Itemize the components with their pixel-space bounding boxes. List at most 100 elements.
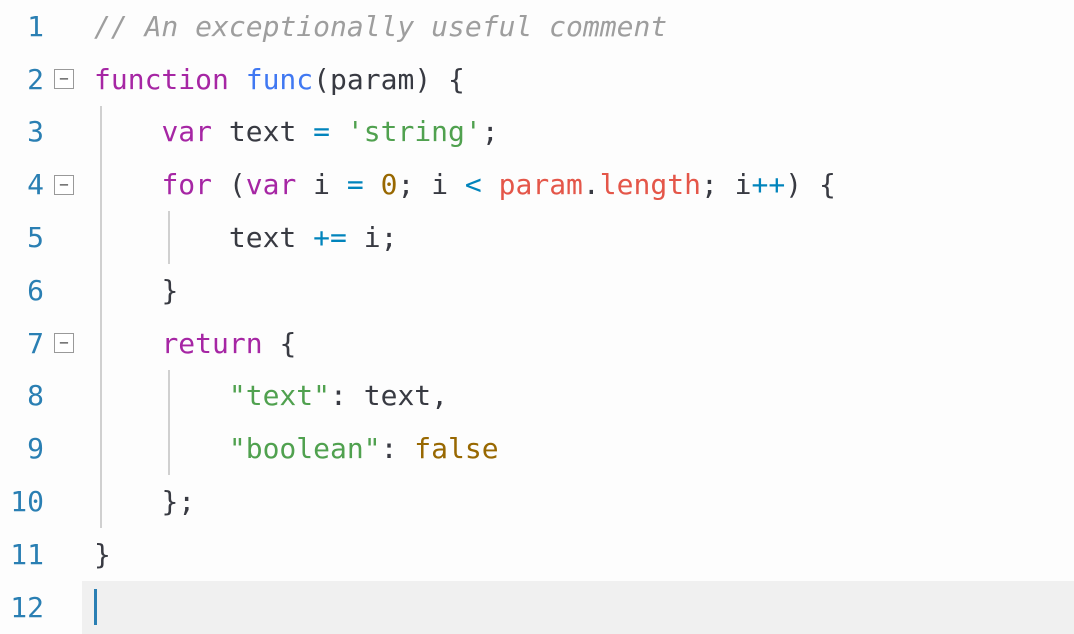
string-key-token: "text" <box>229 379 330 412</box>
operator-token: ++ <box>752 168 786 201</box>
code-line[interactable]: } <box>82 264 1074 317</box>
gutter-row: 1 <box>0 0 82 53</box>
indent <box>94 379 229 412</box>
code-line[interactable]: for (var i = 0; i < param.length; i++) { <box>82 158 1074 211</box>
space <box>718 168 735 201</box>
code-line[interactable]: "boolean": false <box>82 422 1074 475</box>
property-token: length <box>600 168 701 201</box>
code-editor[interactable]: 1 2 − 3 4 − 5 6 7 − 8 <box>0 0 1074 634</box>
space <box>431 63 448 96</box>
line-number: 12 <box>0 591 50 624</box>
gutter-row: 9 <box>0 422 82 475</box>
code-area[interactable]: // An exceptionally useful comment funct… <box>82 0 1074 634</box>
brace-token: } <box>94 538 111 571</box>
fold-toggle-icon[interactable]: − <box>54 333 74 353</box>
brace-token: { <box>819 168 836 201</box>
operator-token: = <box>347 168 364 201</box>
space <box>263 327 280 360</box>
code-line[interactable]: } <box>82 528 1074 581</box>
number-token: 0 <box>381 168 398 201</box>
code-line-active[interactable] <box>82 581 1074 634</box>
param-token: param <box>330 63 414 96</box>
comment-token: // An exceptionally useful comment <box>94 10 667 43</box>
punct-token: ( <box>313 63 330 96</box>
code-line[interactable]: return { <box>82 317 1074 370</box>
punct-token: ) <box>785 168 802 201</box>
indent-guide <box>100 106 102 159</box>
indent-guide <box>168 370 170 423</box>
line-number: 1 <box>0 10 50 43</box>
punct-token: ; <box>178 485 195 518</box>
space <box>296 115 313 148</box>
line-number: 4 <box>0 168 50 201</box>
code-line[interactable]: var text = 'string'; <box>82 106 1074 159</box>
boolean-token: false <box>414 432 498 465</box>
gutter-row: 7 − <box>0 317 82 370</box>
code-line[interactable]: "text": text, <box>82 370 1074 423</box>
indent <box>94 168 161 201</box>
space <box>296 168 313 201</box>
space <box>364 168 381 201</box>
string-key-token: "boolean" <box>229 432 381 465</box>
punct-token: ; <box>397 168 414 201</box>
indent-guide <box>168 422 170 475</box>
indent <box>94 274 161 307</box>
code-line[interactable]: text += i; <box>82 211 1074 264</box>
indent <box>94 432 229 465</box>
punct-token: ; <box>381 221 398 254</box>
gutter-row: 2 − <box>0 53 82 106</box>
gutter-row: 10 <box>0 475 82 528</box>
punct-token: , <box>431 379 448 412</box>
line-number: 8 <box>0 379 50 412</box>
fold-toggle-icon[interactable]: − <box>54 175 74 195</box>
punct-token: : <box>381 432 398 465</box>
indent-guide <box>100 211 102 264</box>
param-token: param <box>499 168 583 201</box>
indent-guide <box>100 422 102 475</box>
keyword-token: var <box>246 168 297 201</box>
gutter-row: 8 <box>0 370 82 423</box>
identifier-token: i <box>735 168 752 201</box>
gutter-row: 11 <box>0 528 82 581</box>
keyword-token: var <box>161 115 212 148</box>
space <box>212 115 229 148</box>
line-number: 10 <box>0 485 50 518</box>
identifier-token: text <box>229 221 296 254</box>
operator-token: < <box>465 168 482 201</box>
brace-token: { <box>448 63 465 96</box>
string-token: 'string' <box>347 115 482 148</box>
gutter-row: 3 <box>0 106 82 159</box>
punct-token: . <box>583 168 600 201</box>
code-line[interactable]: function func(param) { <box>82 53 1074 106</box>
keyword-token: function <box>94 63 229 96</box>
gutter-row: 4 − <box>0 158 82 211</box>
line-number: 5 <box>0 221 50 254</box>
indent-guide <box>100 158 102 211</box>
punct-token: ) <box>414 63 431 96</box>
keyword-token: for <box>161 168 212 201</box>
fold-toggle-icon[interactable]: − <box>54 69 74 89</box>
function-name-token: func <box>246 63 313 96</box>
gutter-row: 5 <box>0 211 82 264</box>
indent-guide <box>100 475 102 528</box>
indent-guide <box>100 317 102 370</box>
space <box>296 221 313 254</box>
identifier-token: text <box>364 379 431 412</box>
space <box>397 432 414 465</box>
indent <box>94 485 161 518</box>
cursor-icon <box>94 589 97 625</box>
punct-token: ( <box>229 168 246 201</box>
line-number: 7 <box>0 327 50 360</box>
space <box>347 221 364 254</box>
brace-token: } <box>161 274 178 307</box>
space <box>448 168 465 201</box>
operator-token: = <box>313 115 330 148</box>
indent-guide <box>168 211 170 264</box>
space <box>414 168 431 201</box>
indent <box>94 115 161 148</box>
brace-token: { <box>279 327 296 360</box>
code-line[interactable]: // An exceptionally useful comment <box>82 0 1074 53</box>
gutter-row: 6 <box>0 264 82 317</box>
code-line[interactable]: }; <box>82 475 1074 528</box>
space <box>347 379 364 412</box>
